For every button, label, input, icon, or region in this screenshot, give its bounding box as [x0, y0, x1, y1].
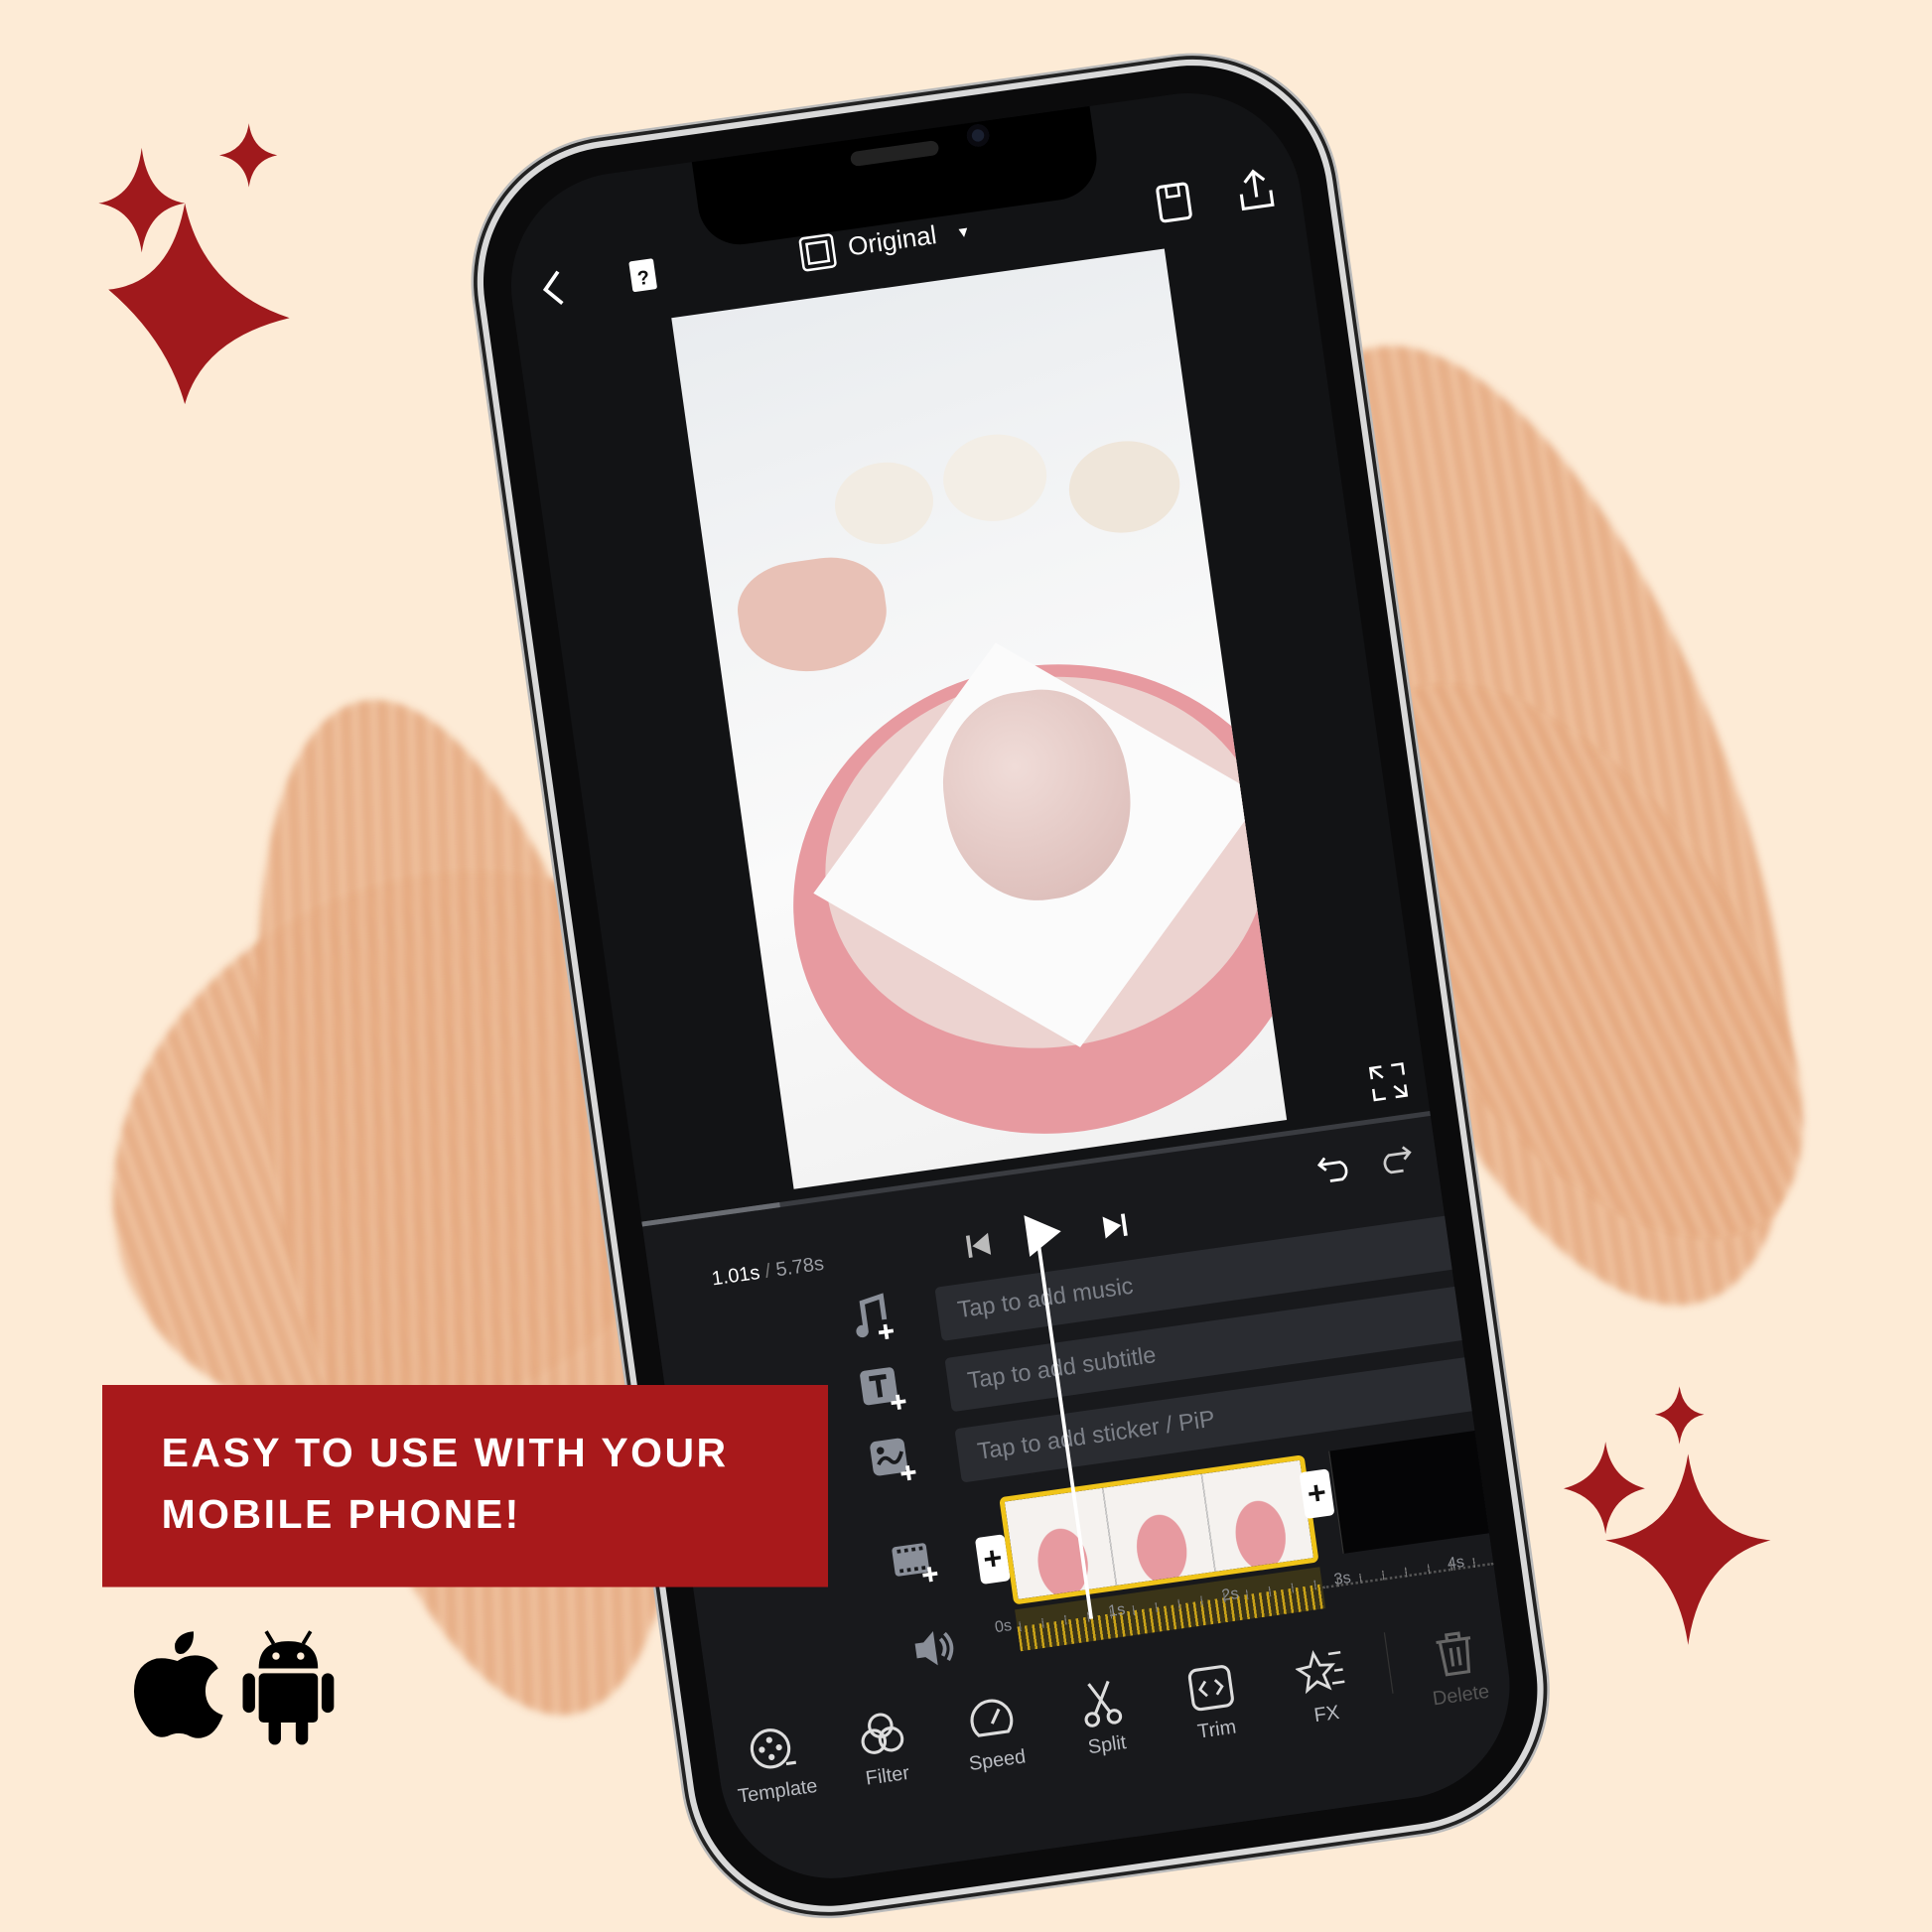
toolbar-trim-button[interactable]: Trim — [1153, 1656, 1274, 1749]
banner-line-1: EASY TO USE WITH YOUR — [161, 1429, 729, 1475]
toolbar-filter-button[interactable]: Filter — [823, 1702, 944, 1795]
speedometer-icon — [970, 1699, 1014, 1737]
template-reel-icon — [750, 1728, 797, 1769]
toolbar-speed-button[interactable]: Speed — [933, 1687, 1054, 1780]
sparkle-icon-group-bottom — [1563, 1386, 1771, 1645]
toolbar-fx-button[interactable]: FX — [1263, 1640, 1384, 1733]
trim-icon — [1187, 1665, 1234, 1712]
fx-star-icon — [1295, 1649, 1345, 1695]
toolbar-template-button[interactable]: Template — [714, 1718, 835, 1811]
toolbar-split-button[interactable]: Split — [1043, 1671, 1165, 1764]
banner-line-2: MOBILE PHONE! — [161, 1490, 521, 1537]
toolbar-divider — [1383, 1632, 1394, 1694]
toolbar-delete-button[interactable]: Delete — [1397, 1621, 1518, 1715]
scissors-icon — [1084, 1680, 1123, 1727]
sparkle-icon-group-top — [98, 123, 290, 405]
promo-banner: EASY TO USE WITH YOUR MOBILE PHONE! — [102, 1384, 829, 1587]
apple-icon — [133, 1631, 223, 1738]
trash-icon — [1436, 1631, 1471, 1677]
android-icon — [242, 1630, 335, 1745]
filter-circles-icon — [861, 1713, 904, 1754]
